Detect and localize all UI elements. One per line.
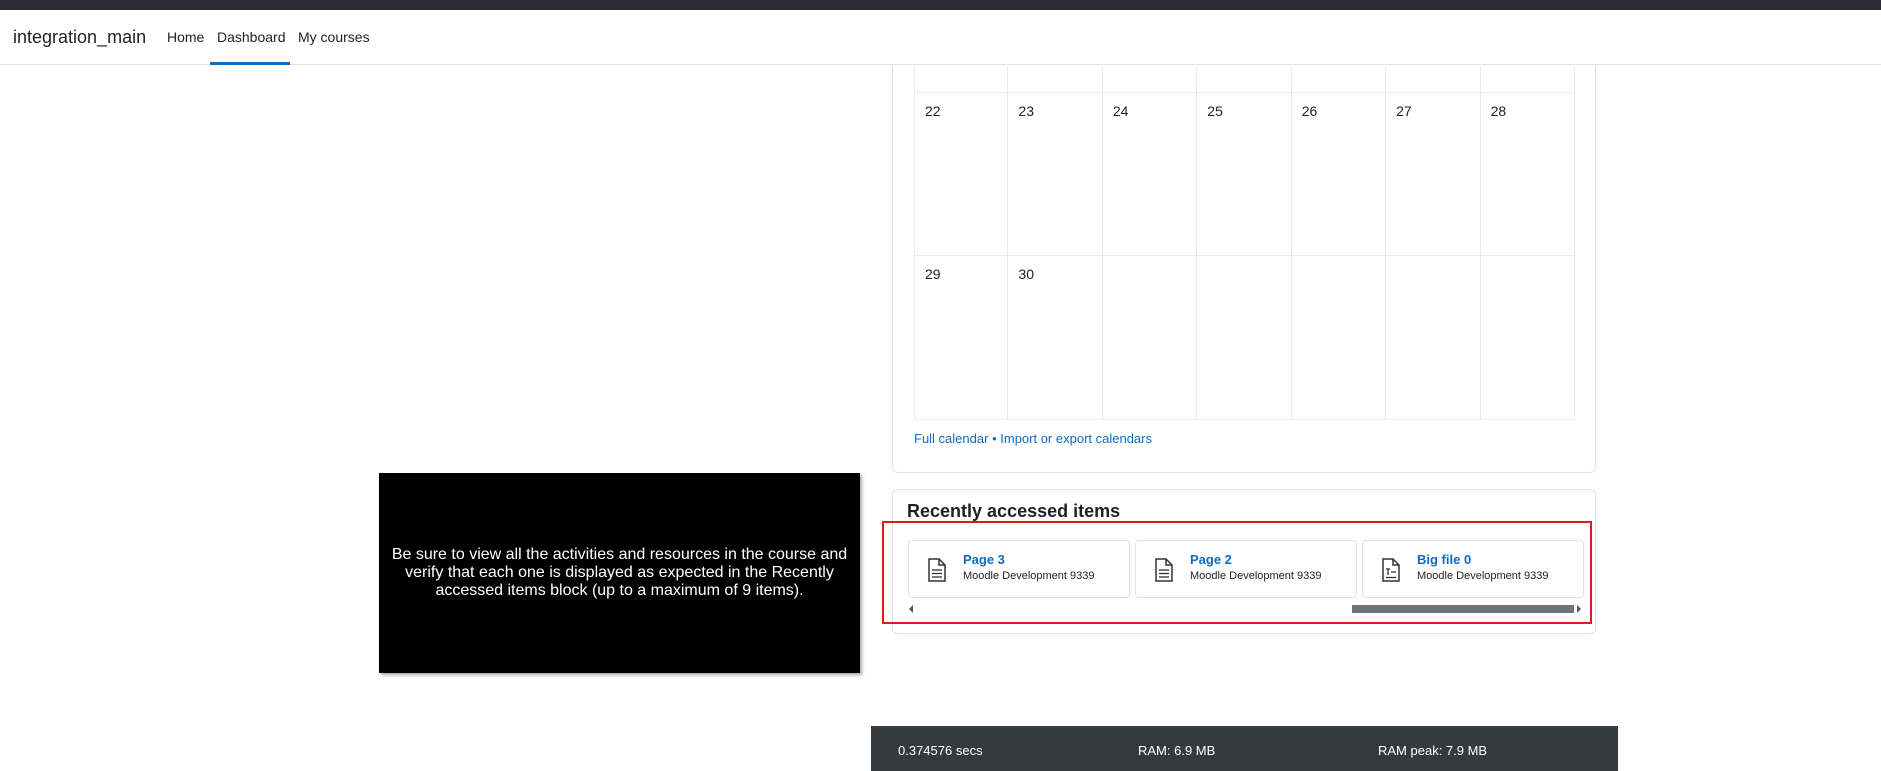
recent-item-course: Moodle Development 9339 <box>963 570 1095 582</box>
perf-ram-peak: RAM peak: 7.9 MB <box>1378 743 1488 758</box>
calendar-day-cell <box>1008 66 1103 93</box>
calendar-day-cell[interactable]: 28 <box>1480 93 1575 256</box>
calendar-grid: 22 23 24 25 26 27 28 29 30 <box>914 66 1575 420</box>
recent-item-card[interactable]: Page 3 Moodle Development 9339 <box>908 540 1130 598</box>
horizontal-scrollbar[interactable] <box>905 603 1585 615</box>
scrollbar-thumb[interactable] <box>1352 605 1574 613</box>
recent-item-name[interactable]: Big file 0 <box>1417 552 1471 567</box>
scroll-left-arrow-icon[interactable] <box>909 605 913 613</box>
calendar-day-cell <box>1291 256 1387 420</box>
import-export-calendars-link[interactable]: Import or export calendars <box>1000 431 1152 446</box>
calendar-day-cell[interactable]: 22 <box>914 93 1009 256</box>
site-name[interactable]: integration_main <box>13 27 146 48</box>
calendar-day-number: 30 <box>1018 266 1034 282</box>
recent-item-card[interactable]: Page 2 Moodle Development 9339 <box>1135 540 1357 598</box>
perf-time: 0.374576 secs <box>898 743 983 758</box>
calendar-day-cell <box>1197 256 1292 420</box>
calendar-day-cell[interactable]: 30 <box>1008 256 1103 420</box>
calendar-day-cell <box>1102 256 1198 420</box>
top-navbar: integration_main Home Dashboard My cours… <box>0 10 1881 65</box>
recent-item-name[interactable]: Page 2 <box>1190 552 1232 567</box>
calendar-day-cell[interactable]: 24 <box>1102 93 1198 256</box>
calendar-day-cell[interactable]: 23 <box>1008 93 1103 256</box>
calendar-day-cell <box>1386 66 1481 93</box>
active-tab-indicator <box>210 62 290 65</box>
page-icon <box>928 558 946 582</box>
top-strip <box>0 0 1881 10</box>
calendar-day-cell <box>1102 66 1198 93</box>
calendar-footer-links: Full calendar • Import or export calenda… <box>914 431 1152 446</box>
recent-item-name[interactable]: Page 3 <box>963 552 1005 567</box>
tour-step-text: Be sure to view all the activities and r… <box>391 546 848 599</box>
calendar-day-cell <box>1480 256 1575 420</box>
calendar-day-cell <box>1480 66 1575 93</box>
nav-dashboard[interactable]: Dashboard <box>217 29 286 45</box>
nav-home[interactable]: Home <box>167 29 204 45</box>
calendar-day-number: 27 <box>1396 103 1412 119</box>
calendar-day-cell[interactable]: 27 <box>1386 93 1481 256</box>
user-tour-step: Be sure to view all the activities and r… <box>379 473 860 673</box>
calendar-day-number: 22 <box>925 103 941 119</box>
calendar-day-cell <box>1197 66 1292 93</box>
full-calendar-link[interactable]: Full calendar <box>914 431 988 446</box>
calendar-day-cell <box>914 66 1009 93</box>
performance-footer: 0.374576 secs RAM: 6.9 MB RAM peak: 7.9 … <box>871 726 1618 771</box>
calendar-day-cell <box>1291 66 1387 93</box>
recent-item-card[interactable]: Big file 0 Moodle Development 9339 <box>1362 540 1584 598</box>
calendar-day-number: 26 <box>1301 103 1318 119</box>
scroll-right-arrow-icon[interactable] <box>1577 605 1581 613</box>
recently-accessed-title: Recently accessed items <box>907 501 1121 521</box>
recent-item-course: Moodle Development 9339 <box>1417 570 1549 582</box>
file-text-icon <box>1382 558 1400 582</box>
perf-ram: RAM: 6.9 MB <box>1138 743 1216 758</box>
link-separator: • <box>992 431 997 446</box>
recent-item-course: Moodle Development 9339 <box>1190 570 1322 582</box>
calendar-day-cell[interactable]: 29 <box>914 256 1009 420</box>
calendar-day-cell[interactable]: 26 <box>1291 93 1387 256</box>
calendar-day-cell[interactable]: 25 <box>1197 93 1292 256</box>
calendar-day-number: 25 <box>1207 103 1223 119</box>
calendar-day-number: 24 <box>1112 103 1129 119</box>
calendar-day-number: 23 <box>1018 103 1034 119</box>
calendar-day-number: 29 <box>925 266 941 282</box>
nav-my-courses[interactable]: My courses <box>298 29 370 45</box>
page-icon <box>1155 558 1173 582</box>
calendar-day-cell <box>1386 256 1481 420</box>
calendar-day-number: 28 <box>1490 103 1507 119</box>
